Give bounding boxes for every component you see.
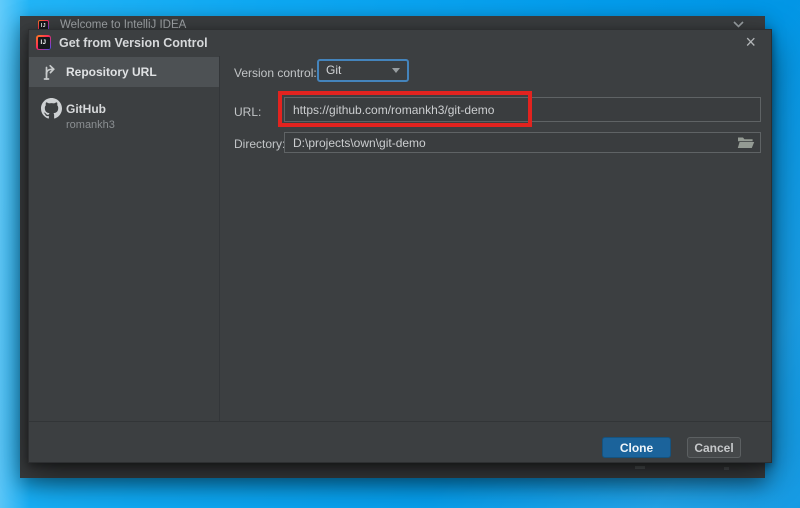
sidebar-item-label: Repository URL	[66, 65, 157, 79]
clone-button[interactable]: Clone	[602, 437, 671, 458]
dialog-sidebar: Repository URL GitHub romankh3	[29, 56, 220, 421]
dropdown-caret-icon	[392, 68, 400, 73]
sidebar-item-label: GitHub	[66, 102, 106, 116]
dialog-footer: Clone Cancel	[29, 421, 771, 462]
version-control-label: Version control:	[234, 66, 317, 80]
cancel-button[interactable]: Cancel	[687, 437, 741, 458]
version-control-value: Git	[326, 63, 342, 77]
welcome-window-partial-element	[724, 467, 729, 470]
url-input[interactable]	[285, 98, 760, 121]
welcome-window-partial-element	[635, 466, 645, 469]
close-icon[interactable]: ×	[745, 32, 756, 52]
directory-label: Directory:	[234, 137, 286, 151]
chevron-down-icon[interactable]	[732, 20, 745, 29]
version-control-dropdown[interactable]: Git	[317, 59, 409, 82]
dialog-title: Get from Version Control	[59, 36, 208, 50]
github-icon	[41, 98, 62, 119]
dialog-titlebar: IJ Get from Version Control ×	[29, 30, 771, 56]
sidebar-item-sublabel: romankh3	[66, 119, 115, 131]
intellij-idea-logo-icon: IJ	[36, 35, 51, 50]
url-label: URL:	[234, 105, 262, 119]
browse-folder-icon[interactable]	[737, 136, 755, 150]
vcs-get-icon	[43, 64, 55, 80]
directory-field-wrapper	[284, 132, 761, 153]
sidebar-item-github[interactable]: GitHub romankh3	[29, 94, 219, 144]
directory-input[interactable]	[285, 133, 760, 152]
desktop-wallpaper: IJ Welcome to IntelliJ IDEA IJ Get from …	[0, 0, 800, 508]
url-field-wrapper	[284, 97, 761, 122]
get-from-version-control-dialog: IJ Get from Version Control × Repository…	[28, 29, 772, 463]
sidebar-item-repository-url[interactable]: Repository URL	[29, 57, 219, 87]
